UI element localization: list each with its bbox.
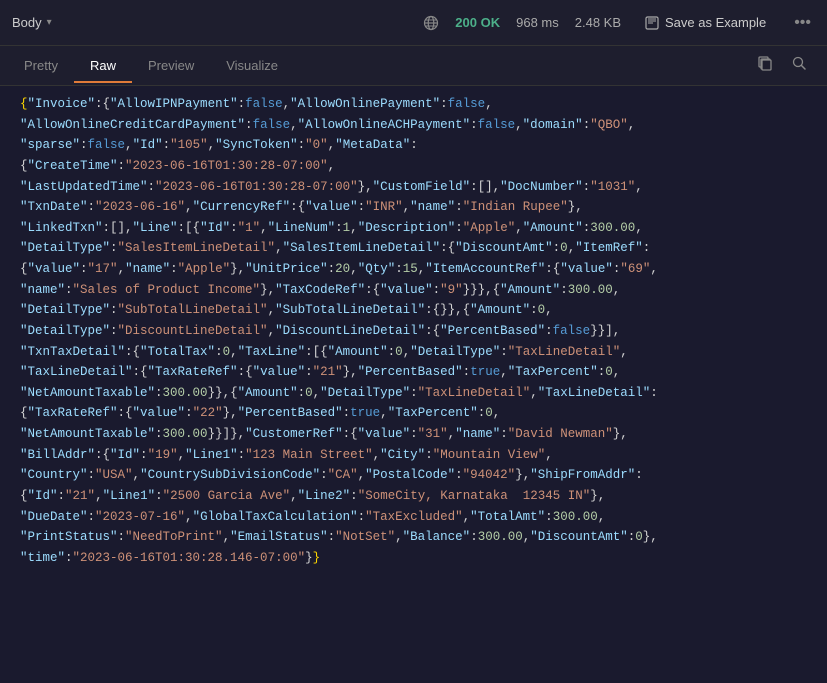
- search-button[interactable]: [787, 51, 811, 80]
- body-selector[interactable]: Body ▾: [12, 15, 52, 30]
- save-example-label: Save as Example: [665, 15, 766, 30]
- tab-pretty[interactable]: Pretty: [8, 50, 74, 83]
- tab-icon-group: [753, 51, 819, 80]
- tab-bar: Pretty Raw Preview Visualize: [0, 46, 827, 86]
- json-content-area[interactable]: {"Invoice":{"AllowIPNPayment":false,"All…: [0, 86, 827, 683]
- tab-preview[interactable]: Preview: [132, 50, 210, 83]
- json-raw-text: {"Invoice":{"AllowIPNPayment":false,"All…: [20, 94, 815, 568]
- response-time: 968 ms: [516, 15, 559, 30]
- body-label: Body: [12, 15, 42, 30]
- tab-raw[interactable]: Raw: [74, 50, 132, 83]
- status-code: 200 OK: [455, 15, 500, 30]
- chevron-down-icon: ▾: [47, 17, 52, 28]
- top-bar: Body ▾ 200 OK 968 ms 2.48 KB Save as Exa…: [0, 0, 827, 46]
- status-group: 200 OK 968 ms 2.48 KB Save as Example ••…: [423, 11, 815, 34]
- copy-button[interactable]: [753, 51, 777, 80]
- more-options-icon[interactable]: •••: [790, 14, 815, 32]
- response-size: 2.48 KB: [575, 15, 621, 30]
- save-example-button[interactable]: Save as Example: [637, 11, 774, 34]
- tab-visualize[interactable]: Visualize: [210, 50, 294, 83]
- globe-icon: [423, 15, 439, 31]
